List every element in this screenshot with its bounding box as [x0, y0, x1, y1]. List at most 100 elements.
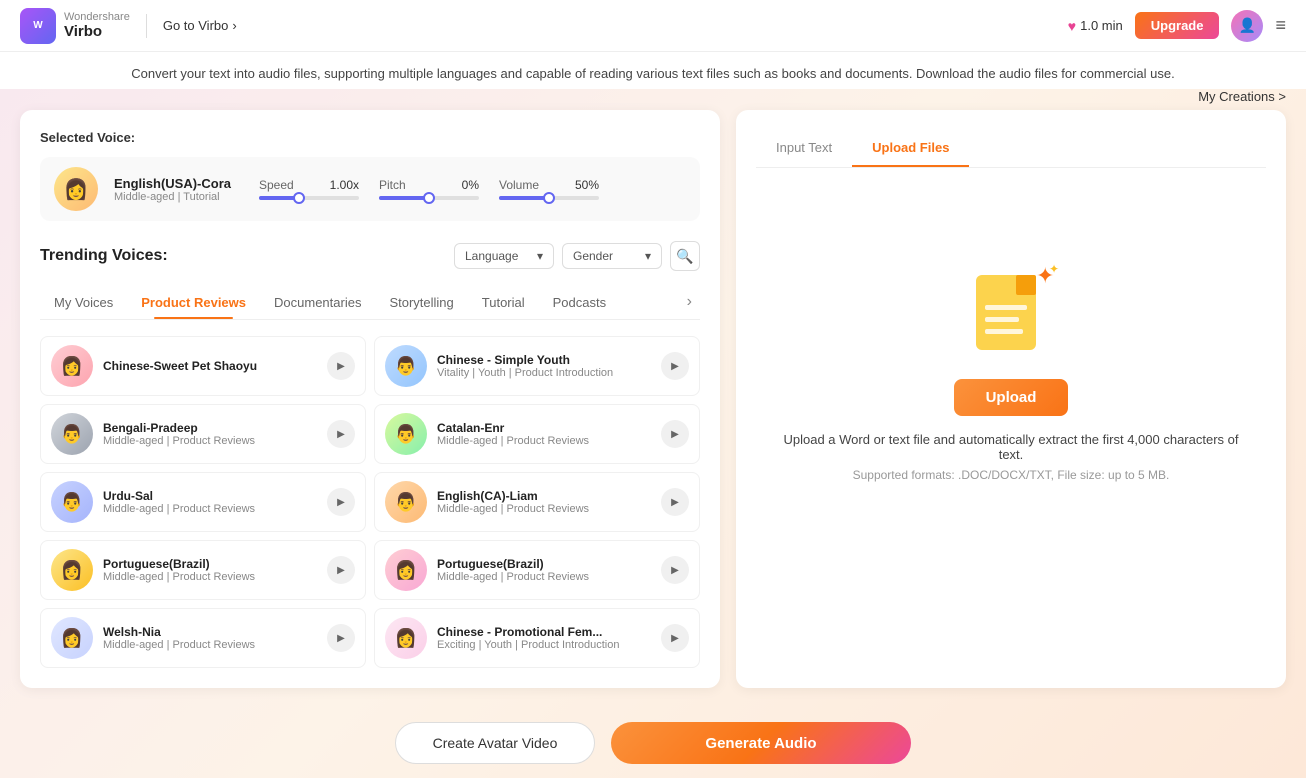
volume-value: 50% [575, 178, 599, 192]
voice-name-6: English(CA)-Liam [437, 489, 651, 503]
selected-voice-name: English(USA)-Cora [114, 176, 231, 191]
logo-area: W Wondershare Virbo [20, 8, 130, 44]
voice-category-tabs: My Voices Product Reviews Documentaries … [40, 285, 700, 320]
tab-input-text[interactable]: Input Text [756, 130, 852, 167]
voice-item-8[interactable]: 👩 Portuguese(Brazil) Middle-aged | Produ… [374, 540, 700, 600]
voice-name-2: Chinese - Simple Youth [437, 353, 651, 367]
voice-item-6[interactable]: 👨 English(CA)-Liam Middle-aged | Product… [374, 472, 700, 532]
speed-control: Speed 1.00x [259, 178, 359, 200]
play-button-8[interactable]: ▶ [661, 556, 689, 584]
voice-info-4: Catalan-Enr Middle-aged | Product Review… [437, 421, 651, 447]
upload-area: ✦ ✦ Upload Upload a Word or text file an… [756, 188, 1266, 548]
search-icon: 🔍 [676, 248, 693, 265]
voice-avatar-1: 👩 [51, 345, 93, 387]
voice-name-9: Welsh-Nia [103, 625, 317, 639]
selected-voice-meta: Middle-aged | Tutorial [114, 191, 231, 203]
right-panel: Input Text Upload Files ✦ ✦ [736, 110, 1286, 688]
voice-avatar-7: 👩 [51, 549, 93, 591]
upload-button[interactable]: Upload [954, 379, 1069, 416]
voice-item-10[interactable]: 👩 Chinese - Promotional Fem... Exciting … [374, 608, 700, 668]
go-to-virbo-link[interactable]: Go to Virbo › [163, 18, 237, 33]
app-header: W Wondershare Virbo Go to Virbo › ♥ 1.0 … [0, 0, 1306, 52]
svg-text:✦: ✦ [1049, 262, 1059, 276]
play-button-2[interactable]: ▶ [661, 352, 689, 380]
volume-label: Volume [499, 178, 539, 192]
voice-tags-6: Middle-aged | Product Reviews [437, 503, 651, 515]
voice-info-8: Portuguese(Brazil) Middle-aged | Product… [437, 557, 651, 583]
selected-voice-label: Selected Voice: [40, 130, 700, 145]
bottom-bar: Create Avatar Video Generate Audio [0, 708, 1306, 778]
tab-upload-files[interactable]: Upload Files [852, 130, 969, 167]
play-button-9[interactable]: ▶ [327, 624, 355, 652]
voice-item-9[interactable]: 👩 Welsh-Nia Middle-aged | Product Review… [40, 608, 366, 668]
voice-avatar-5: 👨 [51, 481, 93, 523]
volume-slider[interactable] [499, 196, 599, 200]
voice-name-1: Chinese-Sweet Pet Shaoyu [103, 359, 317, 373]
tab-tutorial[interactable]: Tutorial [468, 287, 539, 318]
play-button-6[interactable]: ▶ [661, 488, 689, 516]
voice-item-2[interactable]: 👨 Chinese - Simple Youth Vitality | Yout… [374, 336, 700, 396]
voice-avatar-4: 👨 [385, 413, 427, 455]
logo-text: Wondershare Virbo [64, 11, 130, 40]
pitch-slider[interactable] [379, 196, 479, 200]
upgrade-button[interactable]: Upgrade [1135, 12, 1220, 39]
play-button-4[interactable]: ▶ [661, 420, 689, 448]
play-button-1[interactable]: ▶ [327, 352, 355, 380]
voice-info-9: Welsh-Nia Middle-aged | Product Reviews [103, 625, 317, 651]
voice-item-1[interactable]: 👩 Chinese-Sweet Pet Shaoyu ▶ [40, 336, 366, 396]
upload-illustration: ✦ ✦ [961, 255, 1061, 355]
main-content: Selected Voice: 👩 English(USA)-Cora Midd… [0, 110, 1306, 708]
voice-name-3: Bengali-Pradeep [103, 421, 317, 435]
language-filter[interactable]: Language ▾ [454, 243, 554, 269]
volume-thumb [543, 192, 555, 204]
speed-slider[interactable] [259, 196, 359, 200]
upload-description: Upload a Word or text file and automatic… [776, 432, 1246, 462]
voice-tags-5: Middle-aged | Product Reviews [103, 503, 317, 515]
header-divider [146, 14, 147, 38]
tab-product-reviews[interactable]: Product Reviews [127, 287, 260, 318]
left-panel: Selected Voice: 👩 English(USA)-Cora Midd… [20, 110, 720, 688]
mode-tabs: Input Text Upload Files [756, 130, 1266, 168]
logo-icon: W [20, 8, 56, 44]
generate-audio-button[interactable]: Generate Audio [611, 722, 911, 764]
speed-label: Speed [259, 178, 294, 192]
tab-documentaries[interactable]: Documentaries [260, 287, 375, 318]
tab-storytelling[interactable]: Storytelling [375, 287, 467, 318]
heart-icon: ♥ [1068, 18, 1076, 34]
voice-item-3[interactable]: 👨 Bengali-Pradeep Middle-aged | Product … [40, 404, 366, 464]
selected-voice-avatar: 👩 [54, 167, 98, 211]
pitch-thumb [423, 192, 435, 204]
volume-fill [499, 196, 549, 200]
voice-tags-4: Middle-aged | Product Reviews [437, 435, 651, 447]
voice-item-4[interactable]: 👨 Catalan-Enr Middle-aged | Product Revi… [374, 404, 700, 464]
credits-display: ♥ 1.0 min [1068, 18, 1123, 34]
play-button-5[interactable]: ▶ [327, 488, 355, 516]
voice-tags-9: Middle-aged | Product Reviews [103, 639, 317, 651]
play-button-7[interactable]: ▶ [327, 556, 355, 584]
filter-group: Language ▾ Gender ▾ 🔍 [454, 241, 700, 271]
chevron-down-icon: ▾ [537, 249, 543, 263]
voice-item-5[interactable]: 👨 Urdu-Sal Middle-aged | Product Reviews… [40, 472, 366, 532]
voice-tags-10: Exciting | Youth | Product Introduction [437, 639, 651, 651]
create-avatar-button[interactable]: Create Avatar Video [395, 722, 595, 764]
voice-item-7[interactable]: 👩 Portuguese(Brazil) Middle-aged | Produ… [40, 540, 366, 600]
menu-icon[interactable]: ≡ [1275, 15, 1286, 36]
tab-my-voices[interactable]: My Voices [40, 287, 127, 318]
pitch-control: Pitch 0% [379, 178, 479, 200]
play-button-3[interactable]: ▶ [327, 420, 355, 448]
user-avatar[interactable]: 👤 [1231, 10, 1263, 42]
play-button-10[interactable]: ▶ [661, 624, 689, 652]
voice-name-8: Portuguese(Brazil) [437, 557, 651, 571]
banner: Convert your text into audio files, supp… [0, 52, 1306, 89]
voice-controls: 👩 English(USA)-Cora Middle-aged | Tutori… [40, 157, 700, 221]
voice-info-10: Chinese - Promotional Fem... Exciting | … [437, 625, 651, 651]
search-button[interactable]: 🔍 [670, 241, 700, 271]
my-creations-link[interactable]: My Creations > [0, 89, 1306, 110]
gender-filter[interactable]: Gender ▾ [562, 243, 662, 269]
tab-podcasts[interactable]: Podcasts [539, 287, 620, 318]
tabs-more-icon[interactable]: › [679, 285, 700, 319]
voice-tags-3: Middle-aged | Product Reviews [103, 435, 317, 447]
voice-avatar-2: 👨 [385, 345, 427, 387]
banner-text: Convert your text into audio files, supp… [20, 66, 1286, 81]
upload-formats: Supported formats: .DOC/DOCX/TXT, File s… [853, 468, 1170, 482]
